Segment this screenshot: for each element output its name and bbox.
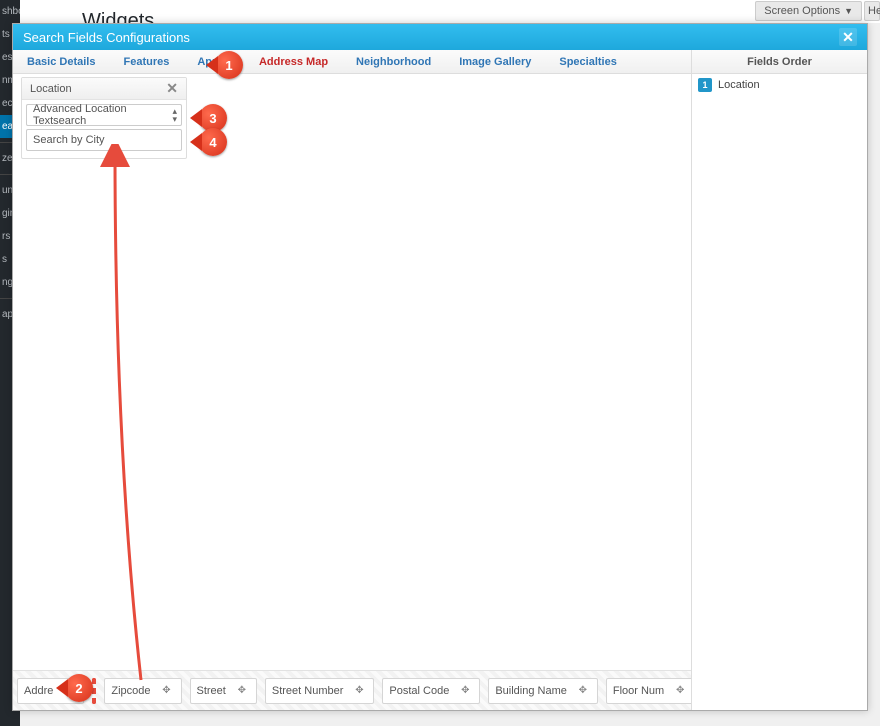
palette-item-floor-num[interactable]: Floor Num ✥	[606, 678, 691, 704]
location-mode-value: Advanced Location Textsearch	[33, 103, 172, 127]
location-card-header: Location ✕	[22, 78, 186, 100]
palette-item-street[interactable]: Street ✥	[190, 678, 257, 704]
palette-item-label: Building Name	[495, 685, 567, 697]
drag-icon: ✥	[159, 683, 175, 699]
search-fields-modal: Search Fields Configurations ✕ Basic Det…	[12, 23, 868, 711]
config-canvas[interactable]: Location ✕ Advanced Location Textsearch …	[13, 74, 691, 670]
modal-close-button[interactable]: ✕	[839, 28, 857, 46]
palette-drop-slot[interactable]	[92, 678, 96, 704]
drag-icon: ✥	[351, 683, 367, 699]
location-input[interactable]	[26, 129, 182, 151]
palette-item-label: Zipcode	[111, 685, 150, 697]
tab-specialties[interactable]: Specialties	[545, 50, 630, 74]
order-badge: 1	[698, 78, 712, 92]
tab-image-gallery[interactable]: Image Gallery	[445, 50, 545, 74]
palette-item-label: Street	[197, 685, 226, 697]
location-card-title: Location	[30, 83, 72, 95]
drag-icon: ✥	[457, 683, 473, 699]
help-button[interactable]: He	[864, 1, 880, 21]
palette-item-label: Postal Code	[389, 685, 449, 697]
order-item-label: Location	[718, 79, 760, 91]
palette-item-label: Floor Num	[613, 685, 664, 697]
palette-item-addre[interactable]: Addre ✥	[17, 678, 84, 704]
tab-neighborhood[interactable]: Neighborhood	[342, 50, 445, 74]
field-palette: Addre✥Zipcode✥Street✥Street Number✥Posta…	[13, 670, 691, 710]
drag-icon: ✥	[575, 683, 591, 699]
close-icon: ✕	[842, 29, 854, 46]
location-mode-select[interactable]: Advanced Location Textsearch ▴▾	[26, 104, 182, 126]
drag-icon: ✥	[61, 683, 77, 699]
drag-icon: ✥	[672, 683, 688, 699]
modal-title: Search Fields Configurations	[23, 30, 190, 45]
sidebar-item[interactable]: shboard	[0, 0, 20, 23]
screen-options-label: Screen Options	[764, 5, 840, 17]
location-card[interactable]: Location ✕ Advanced Location Textsearch …	[21, 77, 187, 159]
order-item[interactable]: 1 Location	[692, 74, 867, 96]
palette-item-postal-code[interactable]: Postal Code ✥	[382, 678, 480, 704]
palette-item-label: Addre	[24, 685, 53, 697]
drag-icon: ✥	[234, 683, 250, 699]
tab-features[interactable]: Features	[109, 50, 183, 74]
tab-applia[interactable]: Applia	[183, 50, 245, 74]
location-input-field[interactable]	[33, 134, 175, 146]
updown-icon: ▴▾	[172, 107, 175, 123]
remove-field-button[interactable]: ✕	[166, 80, 178, 97]
modal-header: Search Fields Configurations ✕	[13, 24, 867, 50]
fields-order-pane: Fields Order 1 Location	[691, 50, 867, 710]
tab-address-map[interactable]: Address Map	[245, 50, 342, 74]
palette-item-zipcode[interactable]: Zipcode ✥	[104, 678, 181, 704]
fields-order-header: Fields Order	[692, 50, 867, 74]
screen-options-button[interactable]: Screen Options ▼	[755, 1, 862, 21]
palette-item-street-number[interactable]: Street Number ✥	[265, 678, 375, 704]
tab-basic-details[interactable]: Basic Details	[13, 50, 109, 74]
palette-item-building-name[interactable]: Building Name ✥	[488, 678, 598, 704]
chevron-down-icon: ▼	[844, 6, 853, 16]
palette-item-label: Street Number	[272, 685, 344, 697]
